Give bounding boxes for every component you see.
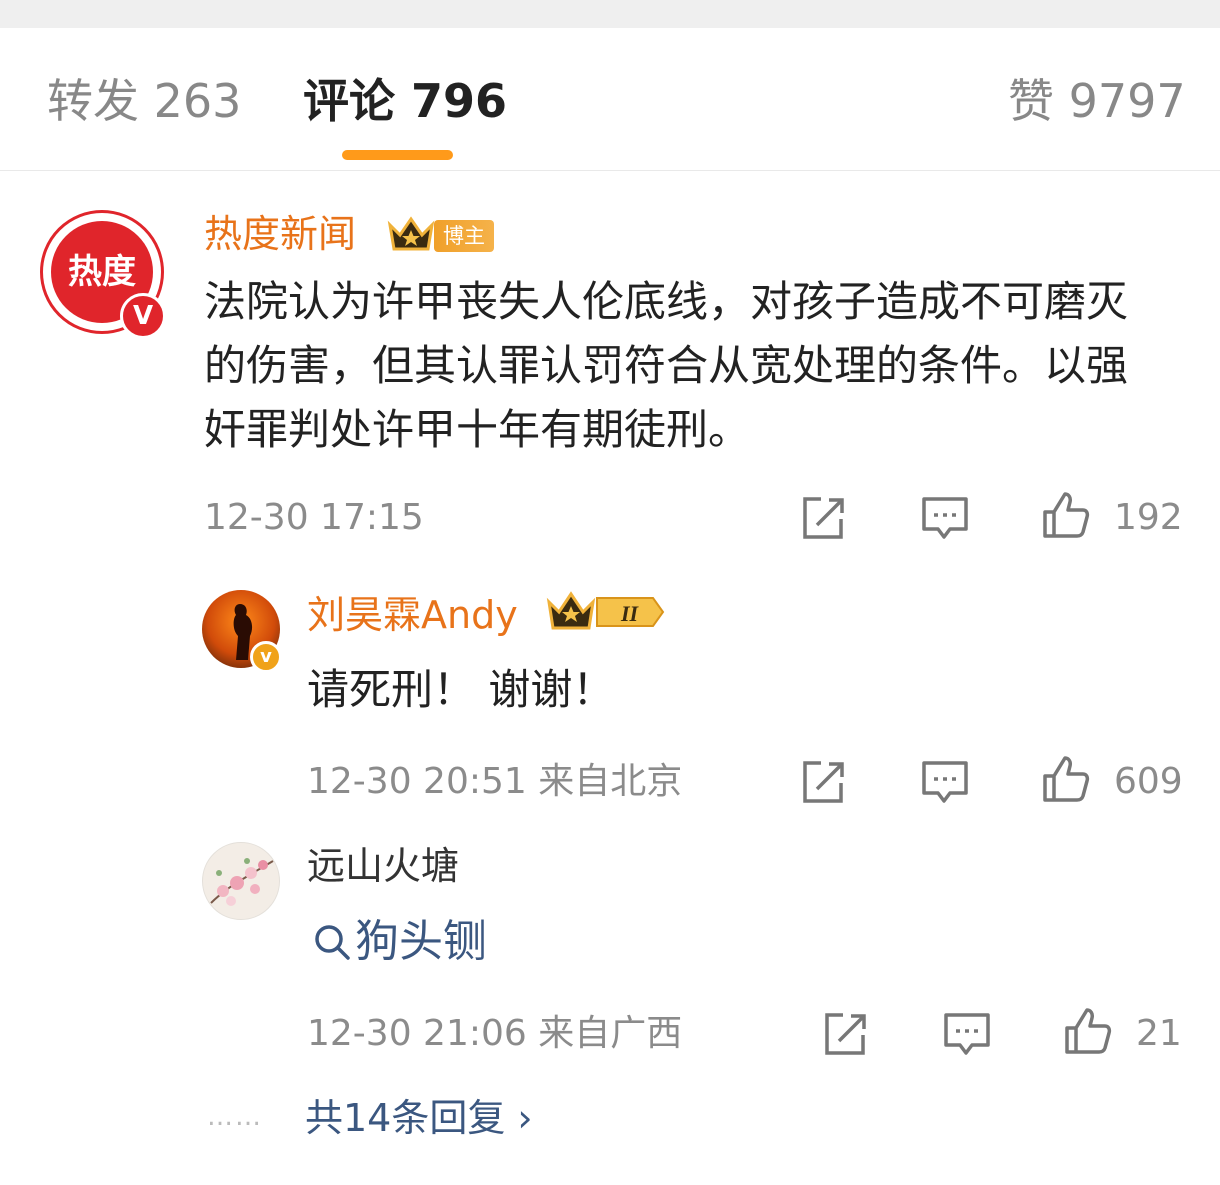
status-bar-area [0, 0, 1220, 28]
tab-comments[interactable]: 评论 796 [303, 73, 507, 129]
username[interactable]: 刘昊霖Andy [307, 592, 518, 638]
crown-badge-icon: II [546, 591, 665, 630]
tab-bar: 转发 263 评论 796 赞 9797 [0, 28, 1220, 171]
verified-icon: v [250, 641, 282, 673]
like-icon[interactable] [1063, 1006, 1113, 1056]
tab-likes[interactable]: 赞 9797 [1008, 73, 1186, 129]
like-count: 21 [1136, 1013, 1182, 1054]
repost-icon[interactable] [819, 1009, 869, 1059]
comment-meta: 12-30 20:51 来自北京 [307, 761, 683, 802]
svg-text:II: II [620, 601, 640, 626]
username[interactable]: 远山火塘 [307, 843, 459, 889]
more-replies-link[interactable]: 共14条回复 › [305, 1095, 533, 1141]
comment-text: 法院认为许甲丧失人伦底线，对孩子造成不可磨灭的伤害，但其认罪认罚符合从宽处理的条… [204, 277, 1129, 454]
username[interactable]: 热度新闻 [204, 211, 356, 257]
blogger-tag: 博主 [434, 220, 494, 252]
tab-repost[interactable]: 转发 263 [47, 73, 241, 129]
like-icon[interactable] [1041, 754, 1091, 804]
like-count: 192 [1114, 497, 1183, 538]
comment-icon[interactable] [942, 1009, 992, 1059]
repost-icon[interactable] [797, 757, 847, 807]
avatar-flowers [210, 858, 274, 906]
like-icon[interactable] [1041, 490, 1091, 540]
verified-icon: V [120, 293, 166, 339]
comment-icon[interactable] [920, 757, 970, 807]
active-tab-indicator [342, 150, 453, 160]
like-count: 609 [1114, 761, 1183, 802]
avatar[interactable] [202, 842, 280, 920]
repost-icon[interactable] [797, 493, 847, 543]
thread-dots: …… [207, 1102, 263, 1132]
comment-text: 请死刑！ 谢谢！ [307, 665, 615, 714]
crown-badge-icon [387, 216, 435, 251]
comment-time: 12-30 17:15 [204, 497, 424, 538]
topic-link[interactable]: 狗头铡 [355, 910, 487, 974]
search-icon [315, 925, 350, 960]
comment-icon[interactable] [920, 493, 970, 543]
comment-meta: 12-30 21:06 来自广西 [307, 1013, 683, 1054]
